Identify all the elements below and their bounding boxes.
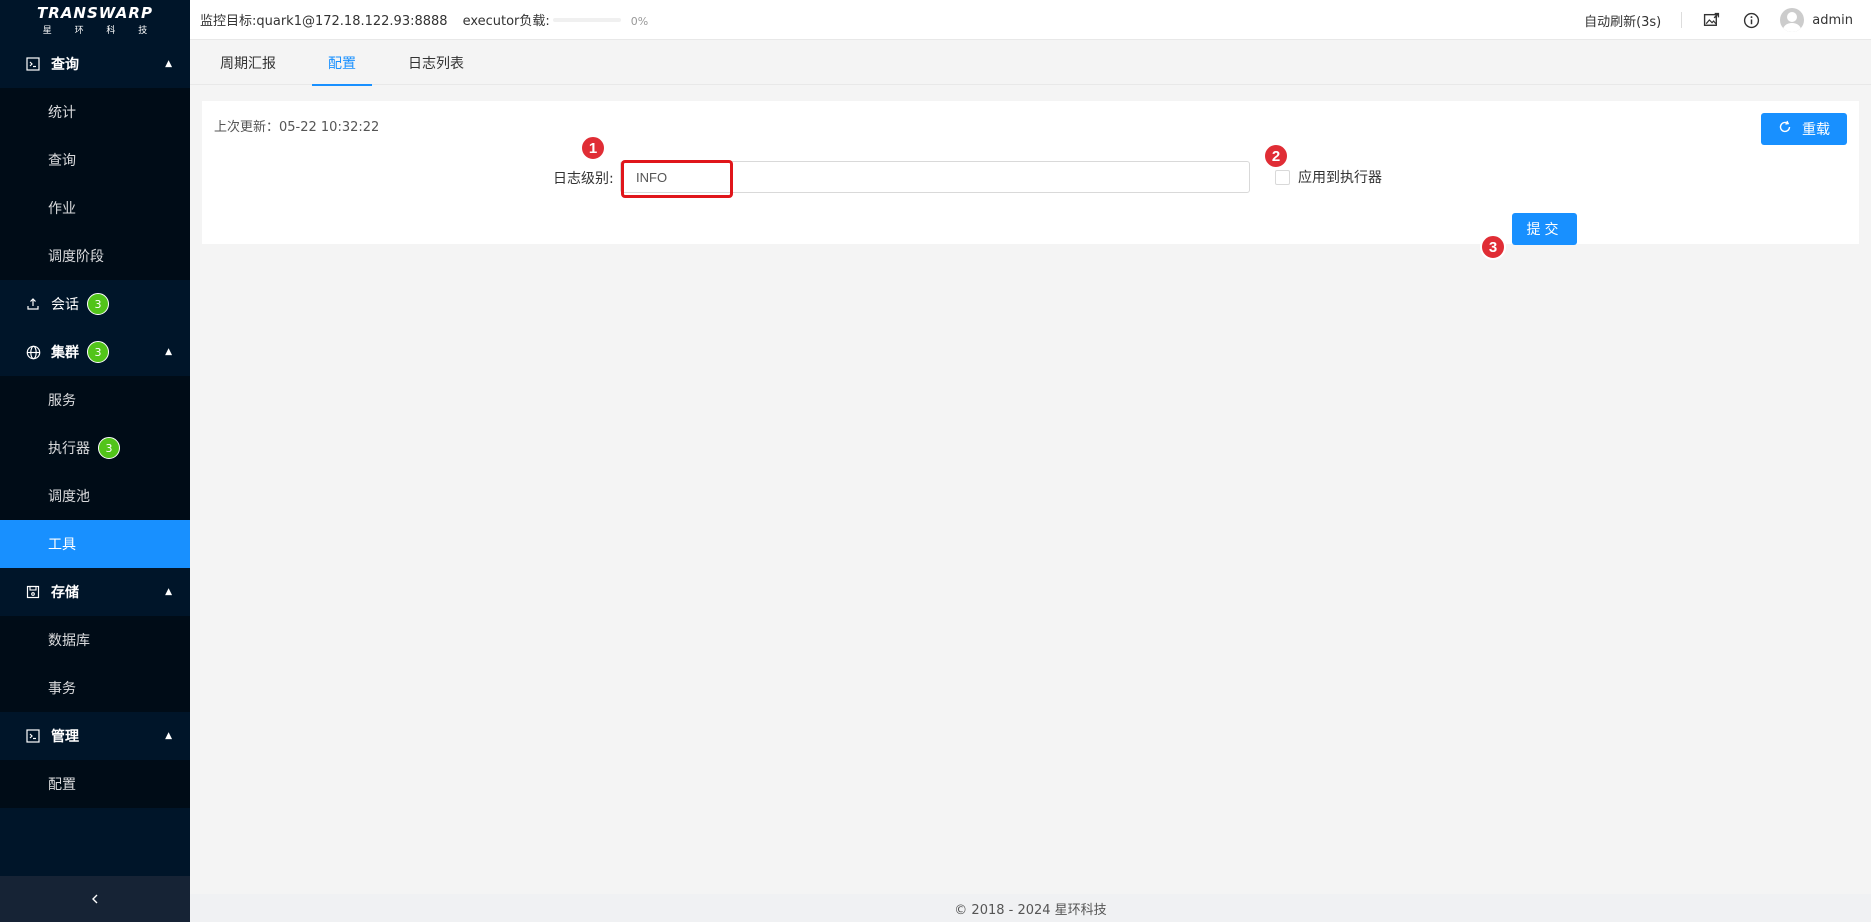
image-export-icon[interactable] [1700,9,1722,31]
upload-icon [24,295,42,313]
menu-group-storage-label: 存储 [51,585,79,601]
menu-group-storage-submenu: 数据库 事务 [0,616,190,712]
chevron-up-icon: ▲ [165,587,172,597]
menu-group-query: 查询 ▲ 统计 查询 作业 调度阶段 [0,40,190,280]
sidebar-item-stats[interactable]: 统计 [0,88,190,136]
logo-main-text: TRANSWARP [37,4,153,22]
apply-to-executor-checkbox[interactable] [1275,169,1290,185]
sidebar-item-label: 服务 [48,393,76,409]
menu-group-cluster-label: 集群 [51,345,79,361]
apply-to-executor-option[interactable]: 应用到执行器 [1275,167,1382,187]
annotation-marker-3: 3 [1480,234,1506,260]
config-card: 上次更新：05-22 10:32:22 重载 日志级别: INFO 应用到执行器… [202,101,1859,245]
menu-group-cluster: 集群 3 ▲ 服务 执行器 3 调度池 工具 [0,328,190,568]
sidebar-item-label: 配置 [48,777,76,793]
sidebar-item-label: 查询 [48,153,76,169]
sidebar-item-jobs[interactable]: 作业 [0,184,190,232]
sidebar-item-session[interactable]: 会话 3 [0,280,190,328]
sidebar-item-label: 统计 [48,105,76,121]
sidebar-item-transactions[interactable]: 事务 [0,664,190,712]
save-icon [24,583,42,601]
executor-load: executor负载: 0% [463,10,649,29]
log-level-input[interactable]: INFO [620,161,1250,193]
submit-button[interactable]: 提交 [1512,213,1577,245]
tab-log-list[interactable]: 日志列表 [406,41,466,85]
chevron-left-icon [89,889,101,910]
executor-load-bar [552,17,621,22]
menu-group-query-label: 查询 [51,57,79,73]
sidebar-item-databases[interactable]: 数据库 [0,616,190,664]
tab-bar: 周期汇报 配置 日志列表 [190,41,1871,86]
reload-button-label: 重载 [1802,122,1830,138]
tab-periodic-report[interactable]: 周期汇报 [218,41,278,85]
chevron-up-icon: ▲ [165,59,172,69]
copyright-text: © 2018 - 2024 星环科技 [954,902,1107,918]
sidebar-item-executors[interactable]: 执行器 3 [0,424,190,472]
sidebar-item-label: 执行器 [48,441,90,457]
sidebar-item-tools[interactable]: 工具 [0,520,190,568]
globe-icon [24,343,42,361]
sidebar-item-config[interactable]: 配置 [0,760,190,808]
sidebar-item-label: 事务 [48,681,76,697]
menu-group-query-header[interactable]: 查询 ▲ [0,40,190,88]
sidebar-item-stages[interactable]: 调度阶段 [0,232,190,280]
menu-group-storage-header[interactable]: 存储 ▲ [0,568,190,616]
logo-sub-text: 星 环 科 技 [42,26,158,36]
menu-group-admin-header[interactable]: 管理 ▲ [0,712,190,760]
info-icon[interactable] [1740,9,1762,31]
count-badge: 3 [87,293,109,315]
sidebar: TRANSWARP 星 环 科 技 查询 ▲ 统计 查询 作业 调度阶段 会话 … [0,0,190,922]
log-level-label: 日志级别: [553,171,614,187]
annotation-marker-1: 1 [580,135,606,161]
executor-load-percent: 0% [630,14,649,28]
sidebar-item-label: 调度阶段 [48,249,104,265]
count-badge: 3 [87,341,109,363]
chevron-up-icon: ▲ [165,347,172,357]
username[interactable]: admin [1812,13,1853,28]
last-update-text: 上次更新：05-22 10:32:22 [214,120,380,135]
terminal-icon [24,727,42,745]
menu-group-cluster-submenu: 服务 执行器 3 调度池 工具 [0,376,190,568]
footer: © 2018 - 2024 星环科技 [190,894,1871,922]
sidebar-collapse-button[interactable] [0,876,190,922]
apply-to-executor-label: 应用到执行器 [1298,170,1382,186]
monitor-target: 监控目标:quark1@172.18.122.93:8888 [200,14,448,29]
menu-group-session-label: 会话 [51,297,79,313]
sidebar-item-query[interactable]: 查询 [0,136,190,184]
avatar[interactable] [1780,8,1805,32]
auto-refresh-toggle[interactable]: 自动刷新(3s) [1584,11,1661,30]
executor-load-label: executor负载: [462,14,550,29]
count-badge: 3 [98,437,120,459]
header-actions: 自动刷新(3s) admin [1584,0,1853,40]
logo: TRANSWARP 星 环 科 技 [0,0,190,40]
reload-icon [1778,120,1792,138]
sidebar-item-label: 工具 [48,537,76,553]
terminal-icon [24,55,42,73]
menu-group-session: 会话 3 [0,280,190,328]
menu-group-admin-submenu: 配置 [0,760,190,808]
menu-group-admin-label: 管理 [51,729,79,745]
tab-config[interactable]: 配置 [312,41,372,86]
sidebar-item-label: 数据库 [48,633,90,649]
sidebar-item-services[interactable]: 服务 [0,376,190,424]
menu-group-cluster-header[interactable]: 集群 3 ▲ [0,328,190,376]
divider [1681,12,1683,28]
sidebar-item-label: 作业 [48,201,76,217]
menu-group-admin: 管理 ▲ 配置 [0,712,190,808]
menu-group-query-submenu: 统计 查询 作业 调度阶段 [0,88,190,280]
top-header: 监控目标:quark1@172.18.122.93:8888 executor负… [190,0,1871,40]
sidebar-item-pools[interactable]: 调度池 [0,472,190,520]
menu-group-storage: 存储 ▲ 数据库 事务 [0,568,190,712]
annotation-marker-2: 2 [1263,143,1289,169]
reload-button[interactable]: 重载 [1761,113,1847,145]
sidebar-item-label: 调度池 [48,489,90,505]
chevron-up-icon: ▲ [165,731,172,741]
